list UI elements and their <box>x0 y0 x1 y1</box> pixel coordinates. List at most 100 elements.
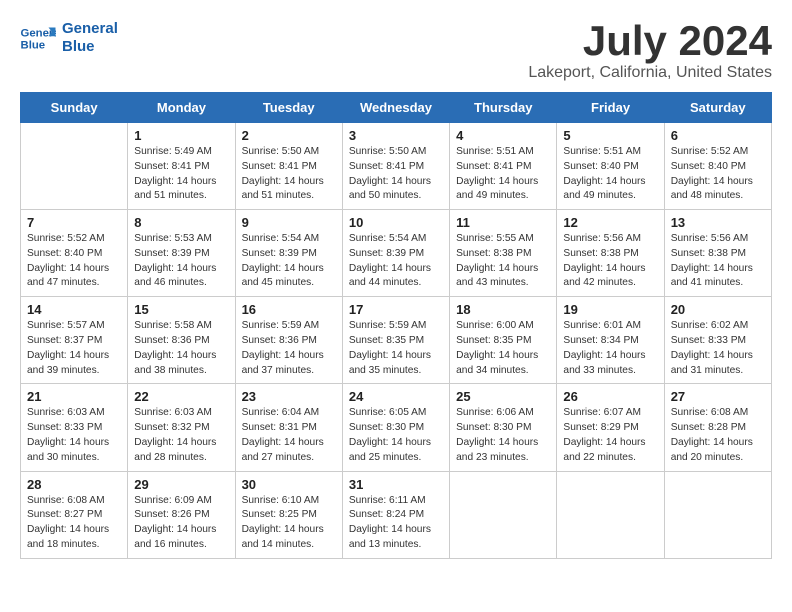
cell-info: Sunrise: 5:57 AM Sunset: 8:37 PM Dayligh… <box>27 319 121 378</box>
cell-info: Sunrise: 6:08 AM Sunset: 8:28 PM Dayligh… <box>671 406 765 465</box>
day-number: 8 <box>134 215 228 230</box>
cell-info: Sunrise: 6:05 AM Sunset: 8:30 PM Dayligh… <box>349 406 443 465</box>
calendar-cell: 16 Sunrise: 5:59 AM Sunset: 8:36 PM Dayl… <box>235 297 342 384</box>
sunset-text: Sunset: 8:41 PM <box>134 160 228 175</box>
daylight-text: Daylight: 14 hours and 34 minutes. <box>456 349 550 379</box>
sunset-text: Sunset: 8:25 PM <box>242 508 336 523</box>
sunrise-text: Sunrise: 6:03 AM <box>27 406 121 421</box>
sunrise-text: Sunrise: 6:08 AM <box>27 494 121 509</box>
calendar-cell: 10 Sunrise: 5:54 AM Sunset: 8:39 PM Dayl… <box>342 210 449 297</box>
sunrise-text: Sunrise: 5:54 AM <box>242 232 336 247</box>
daylight-text: Daylight: 14 hours and 51 minutes. <box>242 175 336 205</box>
daylight-text: Daylight: 14 hours and 49 minutes. <box>456 175 550 205</box>
day-number: 24 <box>349 389 443 404</box>
sunrise-text: Sunrise: 5:57 AM <box>27 319 121 334</box>
cell-info: Sunrise: 6:07 AM Sunset: 8:29 PM Dayligh… <box>563 406 657 465</box>
day-number: 5 <box>563 128 657 143</box>
weekday-header-thursday: Thursday <box>450 93 557 123</box>
calendar-cell: 24 Sunrise: 6:05 AM Sunset: 8:30 PM Dayl… <box>342 384 449 471</box>
cell-info: Sunrise: 6:10 AM Sunset: 8:25 PM Dayligh… <box>242 494 336 553</box>
calendar-cell: 29 Sunrise: 6:09 AM Sunset: 8:26 PM Dayl… <box>128 471 235 558</box>
day-number: 26 <box>563 389 657 404</box>
sunrise-text: Sunrise: 6:05 AM <box>349 406 443 421</box>
calendar-cell: 12 Sunrise: 5:56 AM Sunset: 8:38 PM Dayl… <box>557 210 664 297</box>
daylight-text: Daylight: 14 hours and 42 minutes. <box>563 262 657 292</box>
page-header: General Blue General Blue July 2024 Lake… <box>20 20 772 82</box>
sunset-text: Sunset: 8:37 PM <box>27 334 121 349</box>
svg-text:Blue: Blue <box>21 40 46 52</box>
calendar-cell: 2 Sunrise: 5:50 AM Sunset: 8:41 PM Dayli… <box>235 123 342 210</box>
daylight-text: Daylight: 14 hours and 30 minutes. <box>27 436 121 466</box>
daylight-text: Daylight: 14 hours and 48 minutes. <box>671 175 765 205</box>
cell-info: Sunrise: 5:50 AM Sunset: 8:41 PM Dayligh… <box>242 145 336 204</box>
sunset-text: Sunset: 8:30 PM <box>349 421 443 436</box>
logo-line2: Blue <box>62 38 118 56</box>
calendar-cell: 8 Sunrise: 5:53 AM Sunset: 8:39 PM Dayli… <box>128 210 235 297</box>
calendar-subtitle: Lakeport, California, United States <box>528 64 772 82</box>
calendar-cell <box>664 471 771 558</box>
day-number: 12 <box>563 215 657 230</box>
day-number: 31 <box>349 477 443 492</box>
cell-info: Sunrise: 6:11 AM Sunset: 8:24 PM Dayligh… <box>349 494 443 553</box>
cell-info: Sunrise: 6:02 AM Sunset: 8:33 PM Dayligh… <box>671 319 765 378</box>
day-number: 9 <box>242 215 336 230</box>
sunrise-text: Sunrise: 5:51 AM <box>563 145 657 160</box>
calendar-cell: 30 Sunrise: 6:10 AM Sunset: 8:25 PM Dayl… <box>235 471 342 558</box>
daylight-text: Daylight: 14 hours and 41 minutes. <box>671 262 765 292</box>
day-number: 11 <box>456 215 550 230</box>
cell-info: Sunrise: 5:52 AM Sunset: 8:40 PM Dayligh… <box>27 232 121 291</box>
sunset-text: Sunset: 8:29 PM <box>563 421 657 436</box>
cell-info: Sunrise: 5:49 AM Sunset: 8:41 PM Dayligh… <box>134 145 228 204</box>
daylight-text: Daylight: 14 hours and 23 minutes. <box>456 436 550 466</box>
cell-info: Sunrise: 5:56 AM Sunset: 8:38 PM Dayligh… <box>563 232 657 291</box>
weekday-header-wednesday: Wednesday <box>342 93 449 123</box>
day-number: 1 <box>134 128 228 143</box>
day-number: 4 <box>456 128 550 143</box>
cell-info: Sunrise: 5:50 AM Sunset: 8:41 PM Dayligh… <box>349 145 443 204</box>
cell-info: Sunrise: 6:04 AM Sunset: 8:31 PM Dayligh… <box>242 406 336 465</box>
calendar-cell <box>450 471 557 558</box>
calendar-title: July 2024 <box>528 20 772 62</box>
calendar-cell <box>557 471 664 558</box>
calendar-cell: 31 Sunrise: 6:11 AM Sunset: 8:24 PM Dayl… <box>342 471 449 558</box>
daylight-text: Daylight: 14 hours and 28 minutes. <box>134 436 228 466</box>
sunset-text: Sunset: 8:32 PM <box>134 421 228 436</box>
calendar-cell: 21 Sunrise: 6:03 AM Sunset: 8:33 PM Dayl… <box>21 384 128 471</box>
cell-info: Sunrise: 6:03 AM Sunset: 8:32 PM Dayligh… <box>134 406 228 465</box>
daylight-text: Daylight: 14 hours and 27 minutes. <box>242 436 336 466</box>
sunrise-text: Sunrise: 5:58 AM <box>134 319 228 334</box>
daylight-text: Daylight: 14 hours and 18 minutes. <box>27 523 121 553</box>
day-number: 27 <box>671 389 765 404</box>
cell-info: Sunrise: 5:54 AM Sunset: 8:39 PM Dayligh… <box>242 232 336 291</box>
sunrise-text: Sunrise: 5:50 AM <box>349 145 443 160</box>
day-number: 23 <box>242 389 336 404</box>
daylight-text: Daylight: 14 hours and 16 minutes. <box>134 523 228 553</box>
sunset-text: Sunset: 8:26 PM <box>134 508 228 523</box>
day-number: 19 <box>563 302 657 317</box>
week-row-1: 1 Sunrise: 5:49 AM Sunset: 8:41 PM Dayli… <box>21 123 772 210</box>
calendar-table: SundayMondayTuesdayWednesdayThursdayFrid… <box>20 92 772 559</box>
daylight-text: Daylight: 14 hours and 25 minutes. <box>349 436 443 466</box>
sunrise-text: Sunrise: 6:00 AM <box>456 319 550 334</box>
sunrise-text: Sunrise: 5:55 AM <box>456 232 550 247</box>
calendar-cell: 20 Sunrise: 6:02 AM Sunset: 8:33 PM Dayl… <box>664 297 771 384</box>
day-number: 21 <box>27 389 121 404</box>
week-row-2: 7 Sunrise: 5:52 AM Sunset: 8:40 PM Dayli… <box>21 210 772 297</box>
calendar-cell: 26 Sunrise: 6:07 AM Sunset: 8:29 PM Dayl… <box>557 384 664 471</box>
cell-info: Sunrise: 6:00 AM Sunset: 8:35 PM Dayligh… <box>456 319 550 378</box>
daylight-text: Daylight: 14 hours and 22 minutes. <box>563 436 657 466</box>
daylight-text: Daylight: 14 hours and 13 minutes. <box>349 523 443 553</box>
day-number: 13 <box>671 215 765 230</box>
sunrise-text: Sunrise: 5:56 AM <box>563 232 657 247</box>
cell-info: Sunrise: 6:03 AM Sunset: 8:33 PM Dayligh… <box>27 406 121 465</box>
day-number: 6 <box>671 128 765 143</box>
calendar-cell: 7 Sunrise: 5:52 AM Sunset: 8:40 PM Dayli… <box>21 210 128 297</box>
sunset-text: Sunset: 8:35 PM <box>456 334 550 349</box>
daylight-text: Daylight: 14 hours and 37 minutes. <box>242 349 336 379</box>
sunrise-text: Sunrise: 6:01 AM <box>563 319 657 334</box>
calendar-cell: 4 Sunrise: 5:51 AM Sunset: 8:41 PM Dayli… <box>450 123 557 210</box>
sunrise-text: Sunrise: 6:09 AM <box>134 494 228 509</box>
sunset-text: Sunset: 8:36 PM <box>242 334 336 349</box>
sunset-text: Sunset: 8:36 PM <box>134 334 228 349</box>
cell-info: Sunrise: 5:51 AM Sunset: 8:41 PM Dayligh… <box>456 145 550 204</box>
